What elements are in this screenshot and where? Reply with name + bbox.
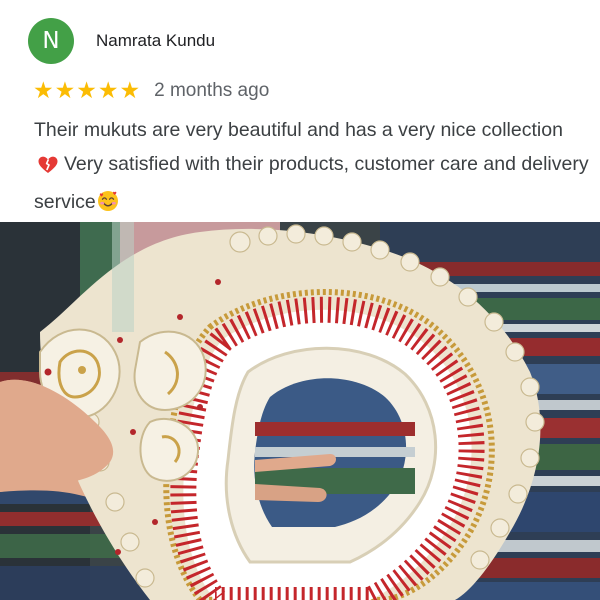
star-icon: ★ bbox=[54, 77, 76, 104]
star-icon: ★ bbox=[97, 77, 119, 104]
rating-row: ★ ★ ★ ★ ★ 2 months ago bbox=[33, 77, 269, 105]
avatar-initial: N bbox=[42, 28, 60, 54]
review-text-part1: Their mukuts are very beautiful and has … bbox=[34, 119, 569, 141]
star-icon: ★ bbox=[76, 77, 97, 104]
star-icon: ★ bbox=[119, 77, 141, 104]
review-header: N Namrata Kundu bbox=[28, 16, 215, 66]
reviewer-avatar[interactable]: N bbox=[28, 18, 74, 64]
review-text: Their mukuts are very beautiful and has … bbox=[34, 113, 589, 223]
review-photo[interactable] bbox=[0, 222, 600, 600]
reviewer-name[interactable]: Namrata Kundu bbox=[96, 31, 215, 51]
star-rating: ★ ★ ★ ★ ★ bbox=[33, 77, 141, 104]
smiling-face-with-hearts-emoji-icon bbox=[97, 189, 119, 223]
heart-emoji-icon bbox=[38, 151, 58, 185]
review-date: 2 months ago bbox=[154, 80, 270, 101]
star-icon: ★ bbox=[33, 77, 54, 104]
